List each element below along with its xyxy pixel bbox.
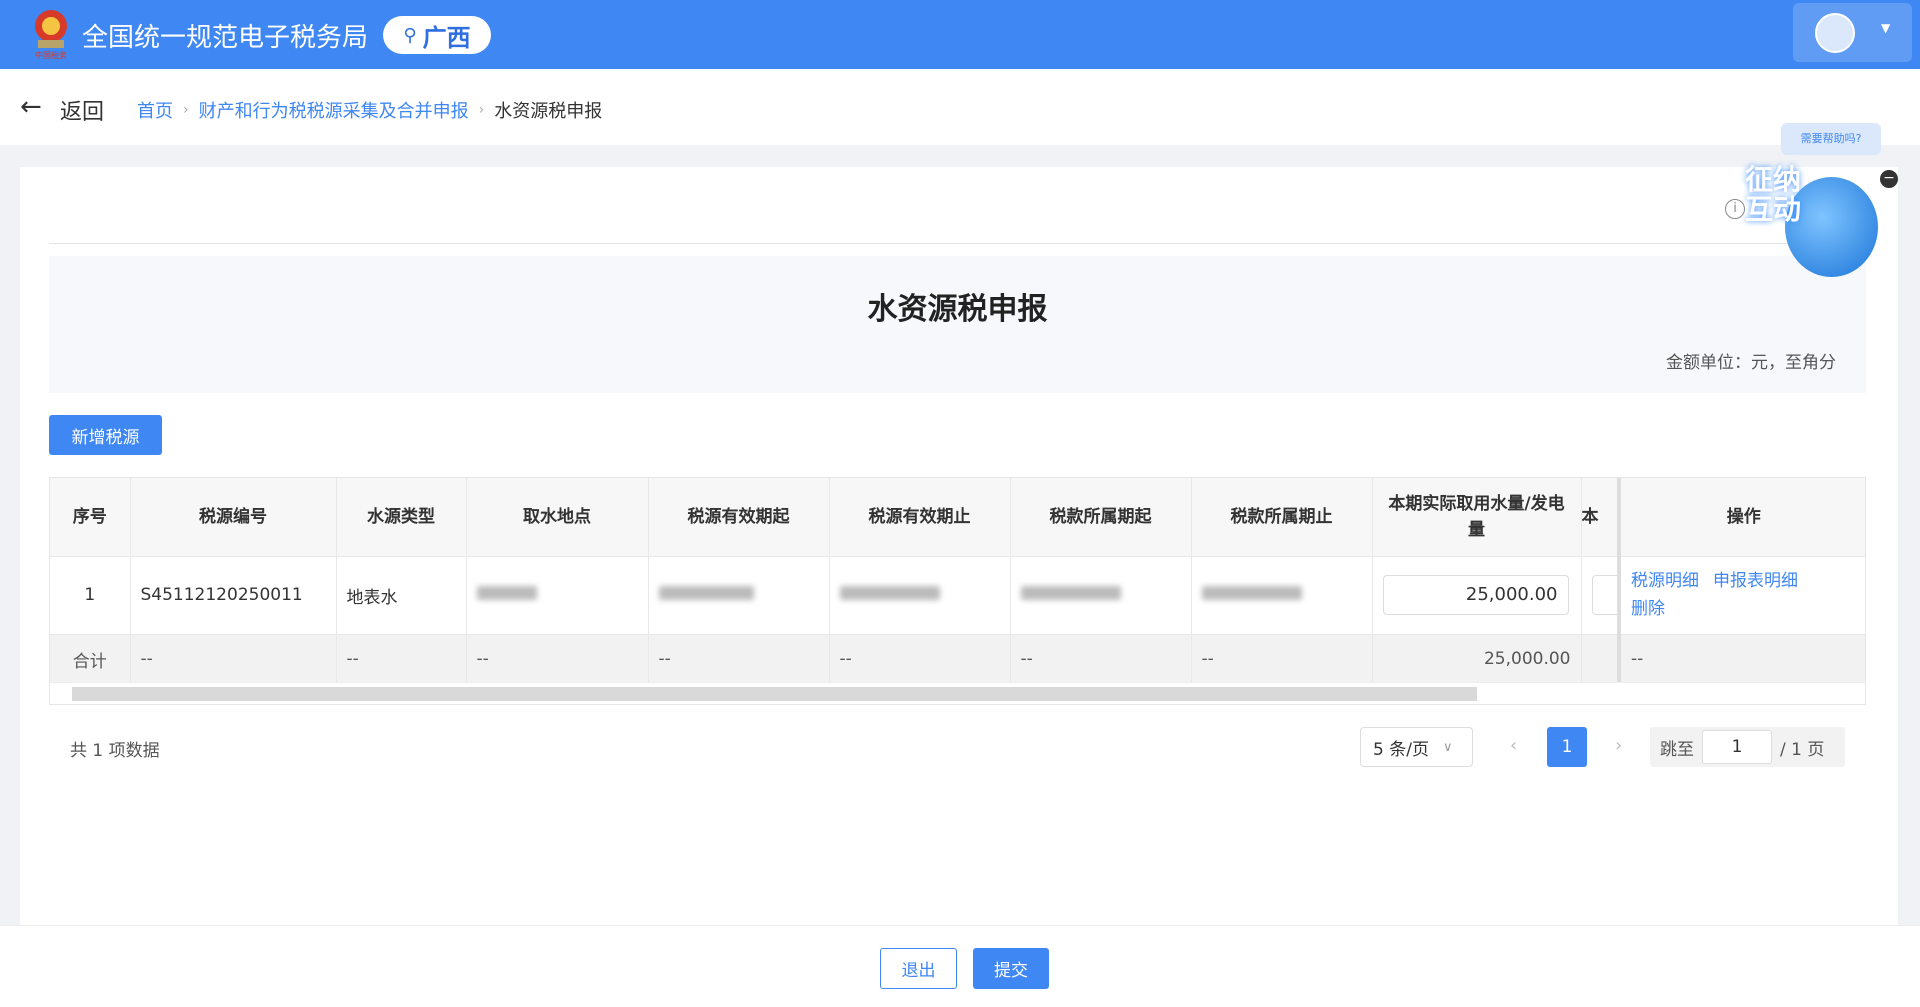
app-title: 全国统一规范电子税务局 [82, 17, 368, 54]
user-menu[interactable]: ▼ [1793, 3, 1912, 62]
breadcrumb-home[interactable]: 首页 [137, 97, 173, 123]
table-header-row: 序号 税源编号 水源类型 取水地点 税源有效期起 税源有效期止 税款所属期起 税… [50, 478, 1866, 556]
help-widget-label: 征纳互动 [1745, 165, 1825, 225]
col-source-no: 税源编号 [130, 478, 336, 556]
col-valid-from: 税源有效期起 [648, 478, 829, 556]
location-pin-icon: ⚲ [403, 25, 416, 46]
total-dash: -- [1010, 634, 1191, 684]
scrollbar-thumb[interactable] [72, 687, 1477, 701]
total-empty [1581, 634, 1619, 684]
col-volume: 本期实际取用水量/发电量 [1372, 478, 1581, 556]
amount-unit-note: 金额单位：元，至角分 [1666, 348, 1836, 373]
prev-page-icon[interactable]: ‹ [1510, 735, 1517, 756]
total-dash: -- [1191, 634, 1372, 684]
help-bubble[interactable]: 需要帮助吗? [1781, 123, 1881, 155]
total-dash: -- [130, 634, 336, 684]
cell-water-type: 地表水 [336, 556, 466, 634]
truncated-input[interactable] [1592, 575, 1622, 615]
help-assistant-widget[interactable]: 征纳互动 [1745, 165, 1880, 290]
delete-link[interactable]: 删除 [1631, 599, 1665, 619]
page-button[interactable]: 1 [1547, 727, 1587, 767]
breadcrumb-property-tax[interactable]: 财产和行为税税源采集及合并申报 [199, 97, 469, 123]
col-period-from: 税款所属期起 [1010, 478, 1191, 556]
total-pages: / 1 页 [1780, 735, 1824, 760]
col-index: 序号 [50, 478, 130, 556]
total-dash: -- [648, 634, 829, 684]
cell-truncated [1581, 556, 1619, 634]
breadcrumb-current: 水资源税申报 [494, 97, 602, 123]
next-page-icon[interactable]: › [1615, 735, 1622, 756]
location-selector[interactable]: ⚲ 广西 [383, 16, 491, 54]
submit-button[interactable]: 提交 [973, 948, 1049, 989]
table-row: 1 S45112120250011 地表水 25,000.00 税源明细申报表明… [50, 556, 1866, 634]
total-dash: -- [829, 634, 1010, 684]
title-section: 水资源税申报 金额单位：元，至角分 [49, 256, 1866, 393]
page-jumper: 跳至 1 / 1 页 [1650, 727, 1845, 767]
location-label: 广西 [423, 18, 471, 53]
horizontal-scrollbar[interactable] [50, 682, 1865, 704]
chevron-down-icon: ∨ [1443, 740, 1453, 755]
source-detail-link[interactable]: 税源明细 [1631, 571, 1699, 591]
col-truncated: 本 [1581, 478, 1619, 556]
info-icon[interactable]: i [1725, 199, 1745, 219]
divider [49, 243, 1866, 244]
col-water-type: 水源类型 [336, 478, 466, 556]
total-dash: -- [336, 634, 466, 684]
breadcrumb: 首页 › 财产和行为税税源采集及合并申报 › 水资源税申报 [137, 97, 602, 123]
top-header: 中国税务 全国统一规范电子税务局 ⚲ 广西 ▼ [0, 0, 1920, 69]
volume-input[interactable]: 25,000.00 [1383, 575, 1569, 615]
total-dash: -- [1619, 634, 1866, 684]
total-count: 共 1 项数据 [70, 736, 160, 761]
chevron-right-icon: › [183, 102, 189, 118]
tax-source-table: 序号 税源编号 水源类型 取水地点 税源有效期起 税源有效期止 税款所属期起 税… [49, 477, 1866, 705]
add-tax-source-button[interactable]: 新增税源 [49, 415, 162, 455]
chevron-right-icon: › [479, 102, 485, 118]
svg-text:中国税务: 中国税务 [35, 50, 67, 60]
jump-label: 跳至 [1660, 735, 1694, 760]
total-volume: 25,000.00 [1372, 634, 1581, 684]
main-card: 水资源税申报 金额单位：元，至角分 新增税源 序号 税源编号 水源类型 取水地点… [20, 167, 1898, 925]
total-label: 合计 [50, 634, 130, 684]
cell-valid-from-redacted [648, 556, 829, 634]
page-title: 水资源税申报 [49, 284, 1866, 328]
back-arrow-icon[interactable]: ← [20, 92, 42, 122]
cell-period-from-redacted [1010, 556, 1191, 634]
avatar-icon [1815, 13, 1855, 53]
cell-volume: 25,000.00 [1372, 556, 1581, 634]
tax-emblem-logo: 中国税务 [30, 6, 72, 60]
cell-valid-to-redacted [829, 556, 1010, 634]
col-actions: 操作 [1619, 478, 1866, 556]
back-button[interactable]: 返回 [60, 94, 104, 126]
cell-location-redacted [466, 556, 648, 634]
cell-period-to-redacted [1191, 556, 1372, 634]
jump-page-input[interactable]: 1 [1702, 730, 1772, 764]
exit-button[interactable]: 退出 [880, 948, 957, 989]
minimize-icon[interactable]: − [1880, 170, 1898, 188]
cell-source-no: S45112120250011 [130, 556, 336, 634]
page-size-value: 5 条/页 [1373, 735, 1429, 760]
col-location: 取水地点 [466, 478, 648, 556]
col-valid-to: 税源有效期止 [829, 478, 1010, 556]
total-row: 合计 -- -- -- -- -- -- -- 25,000.00 -- [50, 634, 1866, 684]
breadcrumb-bar: ← 返回 首页 › 财产和行为税税源采集及合并申报 › 水资源税申报 [0, 69, 1920, 145]
report-detail-link[interactable]: 申报表明细 [1713, 571, 1798, 591]
col-period-to: 税款所属期止 [1191, 478, 1372, 556]
footer-bar: 退出 提交 [0, 925, 1920, 1007]
caret-down-icon: ▼ [1881, 21, 1890, 35]
page-size-select[interactable]: 5 条/页 ∨ [1360, 727, 1473, 767]
total-dash: -- [466, 634, 648, 684]
cell-actions: 税源明细申报表明细 删除 [1619, 556, 1866, 634]
cell-index: 1 [50, 556, 130, 634]
